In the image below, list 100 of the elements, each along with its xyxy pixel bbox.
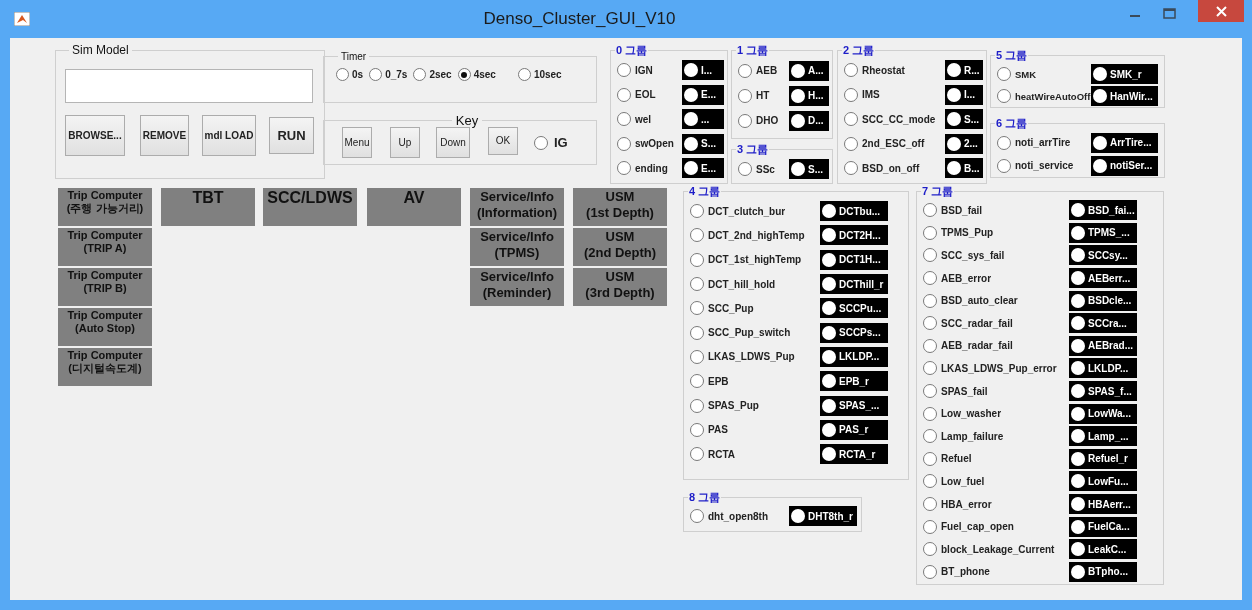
radio-option[interactable]: 10sec [517,68,562,81]
radio-option[interactable]: AEB [738,63,778,78]
key-button[interactable]: OK [488,126,518,155]
screen-button[interactable]: Service/Info (Reminder) [470,268,564,306]
screen-button[interactable]: Service/Info (Information) [470,188,564,226]
toggle-button[interactable]: D... [789,110,829,131]
radio-option[interactable]: IG [534,135,568,150]
toggle-button[interactable]: I... [945,84,983,105]
radio-option[interactable]: TPMS_Pup [923,225,994,240]
radio-option[interactable]: EOL [617,87,656,102]
screen-button[interactable]: USM (3rd Depth) [573,268,667,306]
radio-option[interactable]: dht_open8th [690,509,768,523]
toggle-button[interactable]: DHT8th_r [789,506,857,526]
radio-option[interactable]: Refuel [923,451,972,466]
toggle-button[interactable]: S... [945,109,983,130]
radio-option[interactable]: AEB_error [923,271,992,286]
radio-option[interactable]: DHO [738,113,779,128]
toggle-button[interactable]: R... [945,60,983,81]
toggle-button[interactable]: I... [682,60,724,81]
toggle-button[interactable]: FuelCa... [1069,516,1137,537]
toggle-button[interactable]: notiSer... [1091,155,1158,176]
toggle-button[interactable]: HanWir... [1091,86,1158,106]
radio-option[interactable]: Low_fuel [923,474,985,489]
toggle-button[interactable]: SCCsy... [1069,245,1137,266]
radio-option[interactable]: BSD_auto_clear [923,293,1018,308]
radio-option[interactable]: DCT_clutch_bur [690,204,786,219]
radio-option[interactable]: 4sec [457,68,496,81]
radio-option[interactable]: HBA_error [923,497,992,511]
screen-button[interactable]: USM (2nd Depth) [573,228,667,266]
toggle-button[interactable]: EPB_r [820,371,888,392]
radio-option[interactable]: swOpen [617,136,674,151]
radio-option[interactable]: DCT_2nd_highTemp [690,228,805,243]
radio-option[interactable]: IGN [617,63,653,78]
radio-option[interactable]: Lamp_failure [923,429,1004,444]
radio-option[interactable]: DCT_1st_highTemp [690,252,802,267]
toggle-button[interactable]: SCCPu... [820,298,888,319]
radio-option[interactable]: SCC_Pup [690,301,754,316]
radio-option[interactable]: BT_phone [923,564,990,579]
radio-option[interactable]: RCTA [690,447,736,462]
toggle-button[interactable]: DCThill_r [820,274,888,295]
maximize-icon[interactable] [1163,8,1176,19]
screen-button[interactable]: USM (1st Depth) [573,188,667,226]
toggle-button[interactable]: BTpho... [1069,561,1137,582]
radio-option[interactable]: SPAS_fail [923,384,988,399]
radio-option[interactable]: Low_washer [923,406,1002,421]
radio-option[interactable]: 0_7s [369,68,408,81]
toggle-button[interactable]: E... [682,84,724,105]
radio-option[interactable]: SSc [738,162,775,176]
radio-option[interactable]: SPAS_Pup [690,398,759,413]
push-button[interactable]: RUN [269,117,314,154]
toggle-button[interactable]: AEBerr... [1069,268,1137,289]
push-button[interactable]: REMOVE [140,115,189,156]
toggle-button[interactable]: 2... [945,133,983,154]
toggle-button[interactable]: S... [682,133,724,154]
toggle-button[interactable]: SPAS_f... [1069,381,1137,402]
radio-option[interactable]: AEB_radar_fail [923,338,1013,353]
toggle-button[interactable]: DCT1H... [820,249,888,270]
radio-option[interactable]: wel [617,112,652,127]
radio-option[interactable]: 2sec [413,68,452,81]
screen-button[interactable]: Trip Computer (주행 가능거리) [58,188,152,226]
radio-option[interactable]: DCT_hill_hold [690,277,776,292]
screen-button[interactable]: Trip Computer (디지털속도계) [58,348,152,386]
radio-option[interactable]: IMS [844,87,880,102]
screen-button[interactable]: Trip Computer (TRIP A) [58,228,152,266]
radio-option[interactable]: block_Leakage_Current [923,542,1055,557]
radio-option[interactable]: heatWireAutoOff [997,89,1091,103]
toggle-button[interactable]: H... [789,85,829,106]
key-button[interactable]: Menu [342,127,372,158]
radio-option[interactable]: LKAS_LDWS_Pup [690,349,795,364]
key-button[interactable]: Down [436,127,470,158]
screen-button[interactable]: Trip Computer (TRIP B) [58,268,152,306]
toggle-button[interactable]: SMK_r [1091,64,1158,84]
toggle-button[interactable]: S... [789,159,829,179]
toggle-button[interactable]: HBAerr... [1069,494,1137,514]
screen-button[interactable]: SCC/LDWS [263,188,357,226]
radio-option[interactable]: noti_arrTire [997,135,1071,150]
toggle-button[interactable]: LowFu... [1069,471,1137,492]
model-path-field[interactable] [65,69,313,103]
radio-option[interactable]: 0s [336,68,364,81]
radio-option[interactable]: HT [738,88,770,103]
screen-button[interactable]: Service/Info (TPMS) [470,228,564,266]
push-button[interactable]: mdl LOAD [202,115,256,156]
toggle-button[interactable]: DCTbu... [820,201,888,222]
toggle-button[interactable]: B... [945,158,983,179]
radio-option[interactable]: BSD_on_off [844,161,920,176]
toggle-button[interactable]: TPMS_... [1069,222,1137,243]
radio-option[interactable]: 2nd_ESC_off [844,136,925,151]
radio-option[interactable]: ending [617,161,668,176]
radio-option[interactable]: SCC_Pup_switch [690,325,791,340]
radio-option[interactable]: SCC_radar_fail [923,316,1013,331]
toggle-button[interactable]: DCT2H... [820,225,888,246]
toggle-button[interactable]: AEBrad... [1069,335,1137,356]
radio-option[interactable]: BSD_fail [923,203,983,218]
toggle-button[interactable]: LeakC... [1069,539,1137,560]
toggle-button[interactable]: Lamp_... [1069,426,1137,447]
screen-button[interactable]: AV [367,188,461,226]
toggle-button[interactable]: SPAS_... [820,395,888,416]
toggle-button[interactable]: LKLDP... [1069,358,1137,379]
screen-button[interactable]: TBT [161,188,255,226]
toggle-button[interactable]: BSDcle... [1069,290,1137,311]
